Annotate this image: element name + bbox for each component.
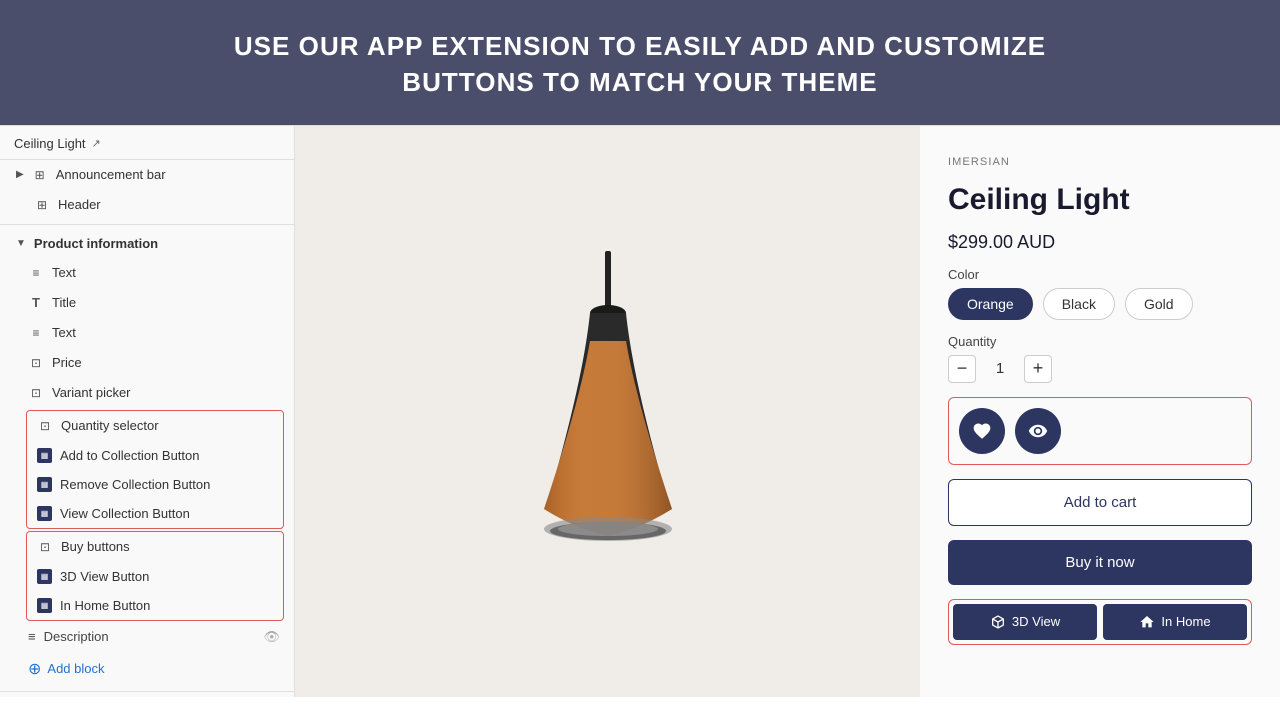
in-home-btn[interactable]: In Home <box>1103 604 1247 640</box>
plus-icon: ⊕ <box>28 659 41 679</box>
sidebar-label: Buy buttons <box>61 539 269 554</box>
product-area: IMERSIAN Ceiling Light $299.00 AUD Color… <box>295 126 1280 697</box>
add-block-row[interactable]: ⊕ Add block <box>0 651 294 687</box>
buy-now-btn[interactable]: Buy it now <box>948 540 1252 585</box>
sidebar-label: Text <box>52 265 280 280</box>
block-icon: ▦ <box>37 506 52 521</box>
sidebar-label: View Collection Button <box>60 506 269 521</box>
sidebar-item-apps[interactable]: ▼ ⊞ Apps <box>0 696 294 697</box>
buy-icon: ⊡ <box>37 539 53 555</box>
add-to-cart-btn[interactable]: Add to cart <box>948 479 1252 526</box>
sidebar-label: 3D View Button <box>60 569 269 584</box>
color-label: Color <box>948 267 1252 282</box>
cube-icon <box>990 614 1006 630</box>
view-buttons-area: 3D View In Home <box>948 599 1252 645</box>
banner-line2: BUTTONS TO MATCH YOUR THEME <box>40 64 1240 100</box>
3d-view-btn[interactable]: 3D View <box>953 604 1097 640</box>
sidebar-label: Text <box>52 325 280 340</box>
product-info-section: IMERSIAN Ceiling Light $299.00 AUD Color… <box>920 126 1280 697</box>
eye-slash-icon: 👁 <box>263 629 280 645</box>
sidebar-label: Variant picker <box>52 385 280 400</box>
sidebar-item-title[interactable]: T Title <box>0 288 294 318</box>
collection-buttons-group: ⊡ Quantity selector ▦ Add to Collection … <box>26 410 284 529</box>
grid-icon: ⊞ <box>34 197 50 213</box>
sidebar-label: Product information <box>34 236 280 251</box>
external-link-icon: ↗ <box>92 137 101 150</box>
add-block-label: Add block <box>47 661 104 676</box>
block-icon: ▦ <box>37 448 52 463</box>
quantity-row: − 1 + <box>948 355 1252 383</box>
product-image-section <box>295 126 920 697</box>
quantity-icon: ⊡ <box>37 418 53 434</box>
brand-label: IMERSIAN <box>948 156 1252 168</box>
bars-icon: ≡ <box>28 265 44 281</box>
sidebar-item-product-information[interactable]: ▼ Product information <box>0 229 294 258</box>
sidebar-item-view-collection-btn[interactable]: ▦ View Collection Button <box>27 499 283 528</box>
banner-line1: USE OUR APP EXTENSION TO EASILY ADD AND … <box>40 28 1240 64</box>
quantity-section: Quantity − 1 + <box>948 334 1252 383</box>
variant-icon: ⊡ <box>28 385 44 401</box>
sidebar-item-buy-buttons[interactable]: ⊡ Buy buttons <box>27 532 283 562</box>
color-black-btn[interactable]: Black <box>1043 288 1115 320</box>
color-section: Color Orange Black Gold <box>948 267 1252 320</box>
heart-collection-btn[interactable] <box>959 408 1005 454</box>
product-container: IMERSIAN Ceiling Light $299.00 AUD Color… <box>295 126 1280 697</box>
sidebar-item-in-home-btn[interactable]: ▦ In Home Button <box>27 591 283 620</box>
color-options: Orange Black Gold <box>948 288 1252 320</box>
chevron-down-icon: ▼ <box>16 238 26 249</box>
sidebar-item-variant-picker[interactable]: ⊡ Variant picker <box>0 378 294 408</box>
sidebar-label: Price <box>52 355 280 370</box>
product-image <box>468 231 748 591</box>
page-title-label: Ceiling Light <box>14 136 86 151</box>
block-icon: ▦ <box>37 569 52 584</box>
sidebar-item-header[interactable]: ⊞ Header <box>0 190 294 220</box>
3d-view-label: 3D View <box>1012 614 1060 629</box>
sidebar-label: Quantity selector <box>61 418 269 433</box>
sidebar-item-announcement-bar[interactable]: ▶ ⊞ Announcement bar <box>0 160 294 190</box>
color-orange-btn[interactable]: Orange <box>948 288 1033 320</box>
bars-icon: ≡ <box>28 629 36 644</box>
sidebar-item-price[interactable]: ⊡ Price <box>0 348 294 378</box>
bars-icon: ≡ <box>28 325 44 341</box>
sidebar-label: Announcement bar <box>56 167 280 182</box>
sidebar-label: Add to Collection Button <box>60 448 269 463</box>
sidebar-label: In Home Button <box>60 598 269 613</box>
in-home-label: In Home <box>1161 614 1210 629</box>
sidebar-item-text-1[interactable]: ≡ Text <box>0 258 294 288</box>
block-icon: ▦ <box>37 598 52 613</box>
heart-icon <box>972 421 992 441</box>
color-gold-btn[interactable]: Gold <box>1125 288 1193 320</box>
sidebar-item-3d-view-btn[interactable]: ▦ 3D View Button <box>27 562 283 591</box>
quantity-value: 1 <box>990 360 1010 377</box>
view-collection-btn[interactable] <box>1015 408 1061 454</box>
product-title: Ceiling Light <box>948 182 1252 218</box>
sidebar-item-quantity-selector[interactable]: ⊡ Quantity selector <box>27 411 283 441</box>
eye-icon <box>1028 421 1048 441</box>
sidebar-label: Remove Collection Button <box>60 477 269 492</box>
home-icon <box>1139 614 1155 630</box>
sidebar-page-title-row: Ceiling Light ↗ <box>0 126 294 160</box>
price-icon: ⊡ <box>28 355 44 371</box>
quantity-label: Quantity <box>948 334 1252 349</box>
sidebar: Ceiling Light ↗ ▶ ⊞ Announcement bar ⊞ H… <box>0 126 295 697</box>
sidebar-item-text-2[interactable]: ≡ Text <box>0 318 294 348</box>
quantity-increase-btn[interactable]: + <box>1024 355 1052 383</box>
banner: USE OUR APP EXTENSION TO EASILY ADD AND … <box>0 0 1280 125</box>
sidebar-item-remove-collection-btn[interactable]: ▦ Remove Collection Button <box>27 470 283 499</box>
lamp-illustration <box>498 251 718 591</box>
quantity-decrease-btn[interactable]: − <box>948 355 976 383</box>
buy-buttons-group: ⊡ Buy buttons ▦ 3D View Button ▦ In Home… <box>26 531 284 621</box>
block-icon: ▦ <box>37 477 52 492</box>
sidebar-label: Title <box>52 295 280 310</box>
sidebar-item-add-collection-btn[interactable]: ▦ Add to Collection Button <box>27 441 283 470</box>
sidebar-label: Header <box>58 197 280 212</box>
sidebar-item-description[interactable]: ≡ Description 👁 <box>0 623 294 651</box>
t-icon: T <box>28 295 44 311</box>
chevron-right-icon: ▶ <box>16 169 24 180</box>
collection-buttons-row <box>948 397 1252 465</box>
product-price: $299.00 AUD <box>948 232 1252 253</box>
grid-icon: ⊞ <box>32 167 48 183</box>
sidebar-label: Description <box>44 629 109 644</box>
